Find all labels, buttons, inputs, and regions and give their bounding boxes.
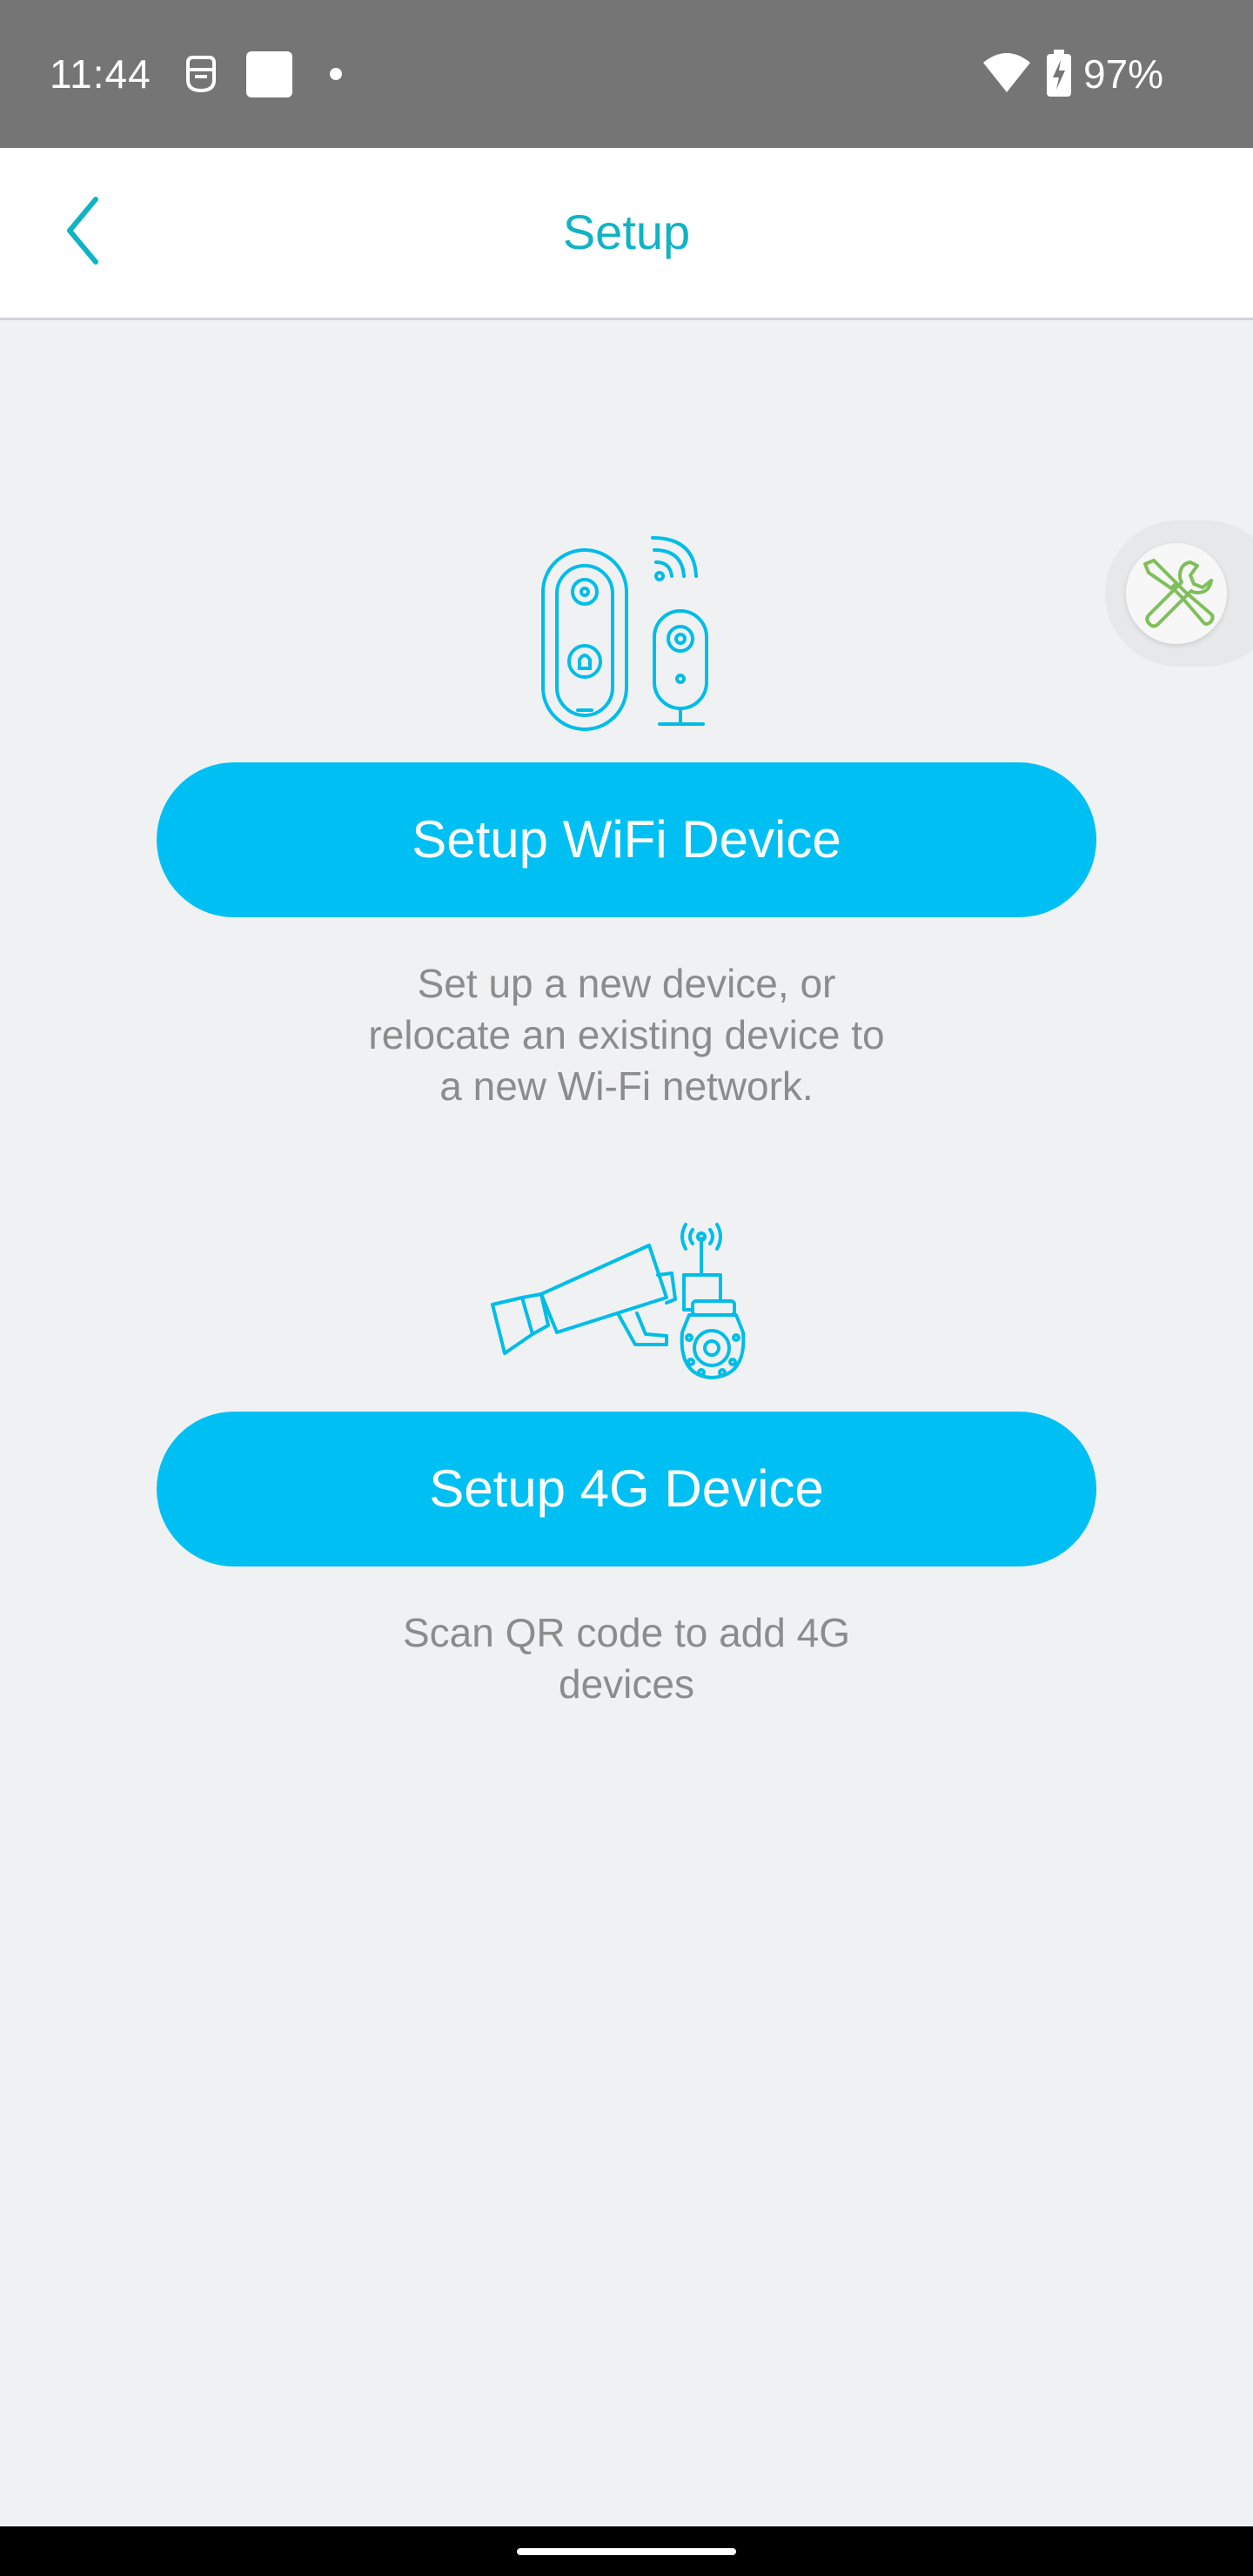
- system-navigation-bar: [0, 2526, 1253, 2576]
- battery-charging-icon: [1047, 50, 1071, 97]
- 4g-description-line-2: devices: [559, 1661, 694, 1707]
- wifi-description-line-2: relocate an existing device to: [368, 1012, 885, 1057]
- setup-wifi-device-button[interactable]: Setup WiFi Device: [157, 762, 1096, 917]
- wifi-setup-description: Set up a new device, or relocate an exis…: [278, 958, 975, 1112]
- setup-4g-device-button[interactable]: Setup 4G Device: [157, 1412, 1096, 1566]
- home-gesture-handle[interactable]: [517, 2548, 736, 2555]
- wifi-description-line-1: Set up a new device, or: [417, 961, 836, 1006]
- wifi-icon: [983, 53, 1030, 92]
- 4g-setup-description: Scan QR code to add 4G devices: [278, 1607, 975, 1710]
- status-bar: 11:44 97%: [0, 0, 1253, 148]
- wifi-devices-illustration: [541, 536, 708, 731]
- 4g-cameras-illustration: [491, 1223, 746, 1379]
- floating-tool-inner: [1126, 543, 1227, 644]
- face-icon: [186, 56, 216, 93]
- floating-tool-button[interactable]: [1105, 520, 1253, 667]
- wifi-description-line-3: a new Wi-Fi network.: [439, 1063, 814, 1109]
- battery-percent: 97%: [1083, 51, 1164, 97]
- tools-icon: [1143, 559, 1215, 628]
- dot-icon: [330, 68, 342, 80]
- status-time: 11:44: [50, 51, 151, 97]
- 4g-description-line-1: Scan QR code to add 4G: [403, 1610, 850, 1655]
- app-header: Setup: [0, 148, 1253, 320]
- square-icon: [246, 51, 292, 97]
- page-title: Setup: [562, 205, 691, 259]
